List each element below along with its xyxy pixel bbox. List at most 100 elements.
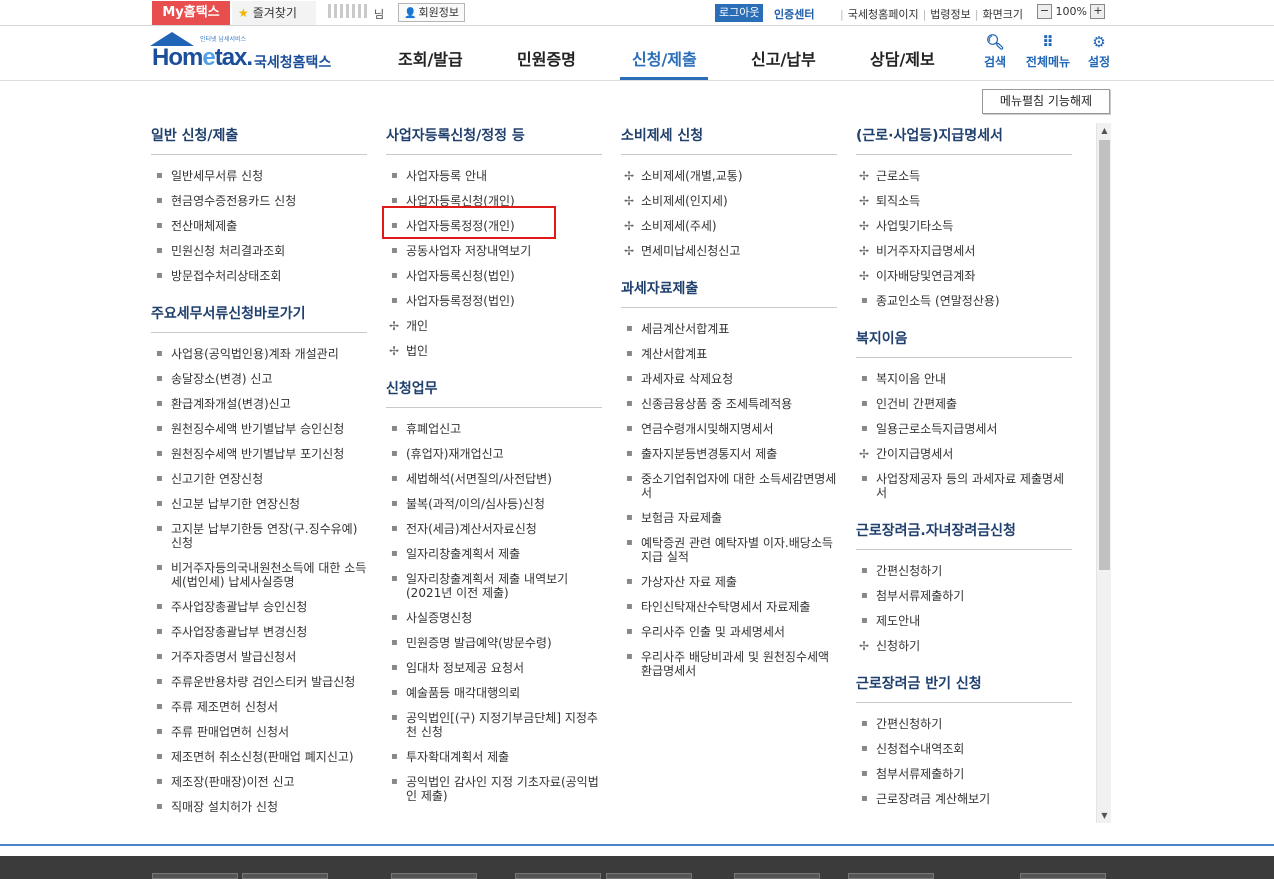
menu-item[interactable]: ▪ 신청접수내역조회 [856, 736, 1072, 761]
menu-item[interactable]: ▪ 출자지분등변경통지서 제출 [621, 441, 837, 466]
menu-item[interactable]: ▪ 원천징수세액 반기별납부 승인신청 [151, 416, 367, 441]
nav-filing-payment[interactable]: 신고/납부 [751, 46, 816, 70]
menu-item[interactable]: ▪ 일반세무서류 신청 [151, 163, 367, 188]
menu-item[interactable]: ▪ 원천징수세액 반기별납부 포기신청 [151, 441, 367, 466]
menu-item[interactable]: ▪ 보험금 자료제출 [621, 505, 837, 530]
menu-item[interactable]: ✢ 근로소득 [856, 163, 1072, 188]
menu-item[interactable]: ▪ 가상자산 자료 제출 [621, 569, 837, 594]
cert-center-link[interactable]: 인증센터 [774, 6, 814, 22]
menu-item[interactable]: ▪ 주류 판매업면허 신청서 [151, 719, 367, 744]
member-info-button[interactable]: 👤 회원정보 [398, 3, 465, 22]
menu-item[interactable]: ▪ 계산서합계표 [621, 341, 837, 366]
menu-item[interactable]: ▪ 세법해석(서면질의/사전답변) [386, 466, 602, 491]
section-title[interactable]: 과세자료제출 [621, 278, 837, 308]
menu-item[interactable]: ▪ 공익법인[(구) 지정기부금단체] 지정추천 신청 [386, 705, 602, 744]
menu-item[interactable]: ▪ 사업자등록신청(법인) [386, 263, 602, 288]
menu-item[interactable]: ▪ 제조면허 취소신청(판매업 폐지신고) [151, 744, 367, 769]
menu-item[interactable]: ▪ 현금영수증전용카드 신청 [151, 188, 367, 213]
menu-item[interactable]: ✢ 간이지급명세서 [856, 441, 1072, 466]
menu-item[interactable]: ▪ 신종금융상품 중 조세특례적용 [621, 391, 837, 416]
menu-item[interactable]: ▪ 예탁증권 관련 예탁자별 이자.배당소득지급 실적 [621, 530, 837, 569]
menu-item[interactable]: ✢ 소비제세(개별,교통) [621, 163, 837, 188]
menu-item[interactable]: ▪ 휴폐업신고 [386, 416, 602, 441]
menu-item[interactable]: ▪ 공익법인 감사인 지정 기초자료(공익법인 제출) [386, 769, 602, 808]
section-title[interactable]: 소비제세 신청 [621, 125, 837, 155]
section-title[interactable]: 신청업무 [386, 378, 602, 408]
menu-item[interactable]: ▪ 첨부서류제출하기 [856, 583, 1072, 608]
nts-homepage-link[interactable]: 국세청홈페이지 [848, 8, 919, 21]
settings-button[interactable]: ⚙ 설정 [1074, 34, 1124, 70]
section-title[interactable]: 일반 신청/제출 [151, 125, 367, 155]
menu-item[interactable]: ▪ 인건비 간편제출 [856, 391, 1072, 416]
menu-item[interactable]: ▪ 일자리창출계획서 제출 내역보기(2021년 이전 제출) [386, 566, 602, 605]
my-hometax-button[interactable]: My홈택스 [152, 1, 230, 25]
section-title[interactable]: 근로장려금 반기 신청 [856, 673, 1072, 703]
footer-tab[interactable] [515, 873, 601, 879]
menu-item[interactable]: ▪ 타인신탁재산수탁명세서 자료제출 [621, 594, 837, 619]
menu-item[interactable]: ✢ 퇴직소득 [856, 188, 1072, 213]
menu-item[interactable]: ▪ 송달장소(변경) 신고 [151, 366, 367, 391]
footer-tab[interactable] [152, 873, 238, 879]
menu-item[interactable]: ▪ 예술품등 매각대행의뢰 [386, 680, 602, 705]
menu-item[interactable]: ▪ 우리사주 배당비과세 및 원천징수세액환급명세서 [621, 644, 837, 683]
menu-item[interactable]: ▪ 주류 제조면허 신청서 [151, 694, 367, 719]
scrollbar[interactable]: ▲ ▼ [1096, 123, 1111, 823]
menu-item[interactable]: ✢ 소비제세(주세) [621, 213, 837, 238]
menu-item[interactable]: ▪ 민원증명 발급예약(방문수령) [386, 630, 602, 655]
menu-item[interactable]: ▪ 우리사주 인출 및 과세명세서 [621, 619, 837, 644]
menu-item[interactable]: ▪ 연금수령개시및해지명세서 [621, 416, 837, 441]
menu-item[interactable]: ▪ 복지이음 안내 [856, 366, 1072, 391]
menu-item[interactable]: ▪ 세금계산서합계표 [621, 316, 837, 341]
footer-tab[interactable] [242, 873, 328, 879]
nav-application[interactable]: 신청/제출 [632, 46, 697, 70]
menu-item[interactable]: ▪ 전산매체제출 [151, 213, 367, 238]
menu-item[interactable]: ▪ 제도안내 [856, 608, 1072, 633]
footer-tab[interactable] [734, 873, 820, 879]
menu-item[interactable]: ▪ 거주자증명서 발급신청서 [151, 644, 367, 669]
section-title[interactable]: (근로·사업등)지급명세서 [856, 125, 1072, 155]
nav-inquiry[interactable]: 조회/발급 [398, 46, 463, 70]
menu-item[interactable]: ▪ 임대차 정보제공 요청서 [386, 655, 602, 680]
menu-item[interactable]: ▪ 근로장려금 계산해보기 [856, 786, 1072, 811]
footer-tab[interactable] [1020, 873, 1106, 879]
menu-item[interactable]: ✢ 이자배당및연금계좌 [856, 263, 1072, 288]
menu-item[interactable]: ▪ 주사업장총괄납부 승인신청 [151, 594, 367, 619]
menu-item[interactable]: ▪ 주사업장총괄납부 변경신청 [151, 619, 367, 644]
menu-item[interactable]: ✢ 소비제세(인지세) [621, 188, 837, 213]
menu-item[interactable]: ▪ 종교인소득 (연말정산용) [856, 288, 1072, 313]
menu-item[interactable]: ✢ 개인 [386, 313, 602, 338]
menu-item[interactable]: ✢ 사업및기타소득 [856, 213, 1072, 238]
menu-item[interactable]: ✢ 신청하기 [856, 633, 1072, 658]
menu-item[interactable]: ▪ 고지분 납부기한등 연장(구.징수유예)신청 [151, 516, 367, 555]
menu-item[interactable]: ▪ 간편신청하기 [856, 711, 1072, 736]
menu-item[interactable]: ▪ 일용근로소득지급명세서 [856, 416, 1072, 441]
menu-item[interactable]: ▪ 사실증명신청 [386, 605, 602, 630]
menu-item[interactable]: ▪ 신고분 납부기한 연장신청 [151, 491, 367, 516]
logout-button[interactable]: 로그아웃 [715, 4, 764, 22]
menu-item[interactable]: ▪ 공동사업자 저장내역보기 [386, 238, 602, 263]
scroll-up-icon[interactable]: ▲ [1097, 123, 1112, 138]
menu-item[interactable]: ▪ 사업용(공익법인용)계좌 개설관리 [151, 341, 367, 366]
menu-item[interactable]: ▪ 민원신청 처리결과조회 [151, 238, 367, 263]
footer-tab[interactable] [391, 873, 477, 879]
zoom-out-button[interactable]: − [1037, 4, 1052, 19]
section-title[interactable]: 주요세무서류신청바로가기 [151, 303, 367, 333]
menu-item[interactable]: ✢ 비거주자지급명세서 [856, 238, 1072, 263]
menu-item[interactable]: ▪ 사업장제공자 등의 과세자료 제출명세서 [856, 466, 1072, 505]
menu-item[interactable]: ▪ 방문접수처리상태조회 [151, 263, 367, 288]
menu-item[interactable]: ▪ 투자확대계획서 제출 [386, 744, 602, 769]
menu-item[interactable]: ▪ 중소기업취업자에 대한 소득세감면명세서 [621, 466, 837, 505]
menu-item[interactable]: ▪ 첨부서류제출하기 [856, 761, 1072, 786]
menu-item[interactable]: ▪ 직매장 설치허가 신청 [151, 794, 367, 819]
footer-tab[interactable] [848, 873, 934, 879]
footer-tab[interactable] [606, 873, 692, 879]
menu-item[interactable]: ▪ (휴업자)재개업신고 [386, 441, 602, 466]
menu-item[interactable]: ▪ 주류운반용차량 검인스티커 발급신청 [151, 669, 367, 694]
favorites-button[interactable]: ★ 즐겨찾기 [232, 1, 316, 25]
section-title[interactable]: 근로장려금.자녀장려금신청 [856, 520, 1072, 550]
section-title[interactable]: 복지이음 [856, 328, 1072, 358]
hometax-logo[interactable]: 인터넷 납세서비스 Hometax. 국세청홈택스 [150, 32, 335, 76]
search-button[interactable]: 🔍︎ 검색 [970, 34, 1020, 70]
menu-expand-toggle-button[interactable]: 메뉴펼침 기능해제 [982, 89, 1110, 114]
nav-certificates[interactable]: 민원증명 [517, 46, 576, 70]
